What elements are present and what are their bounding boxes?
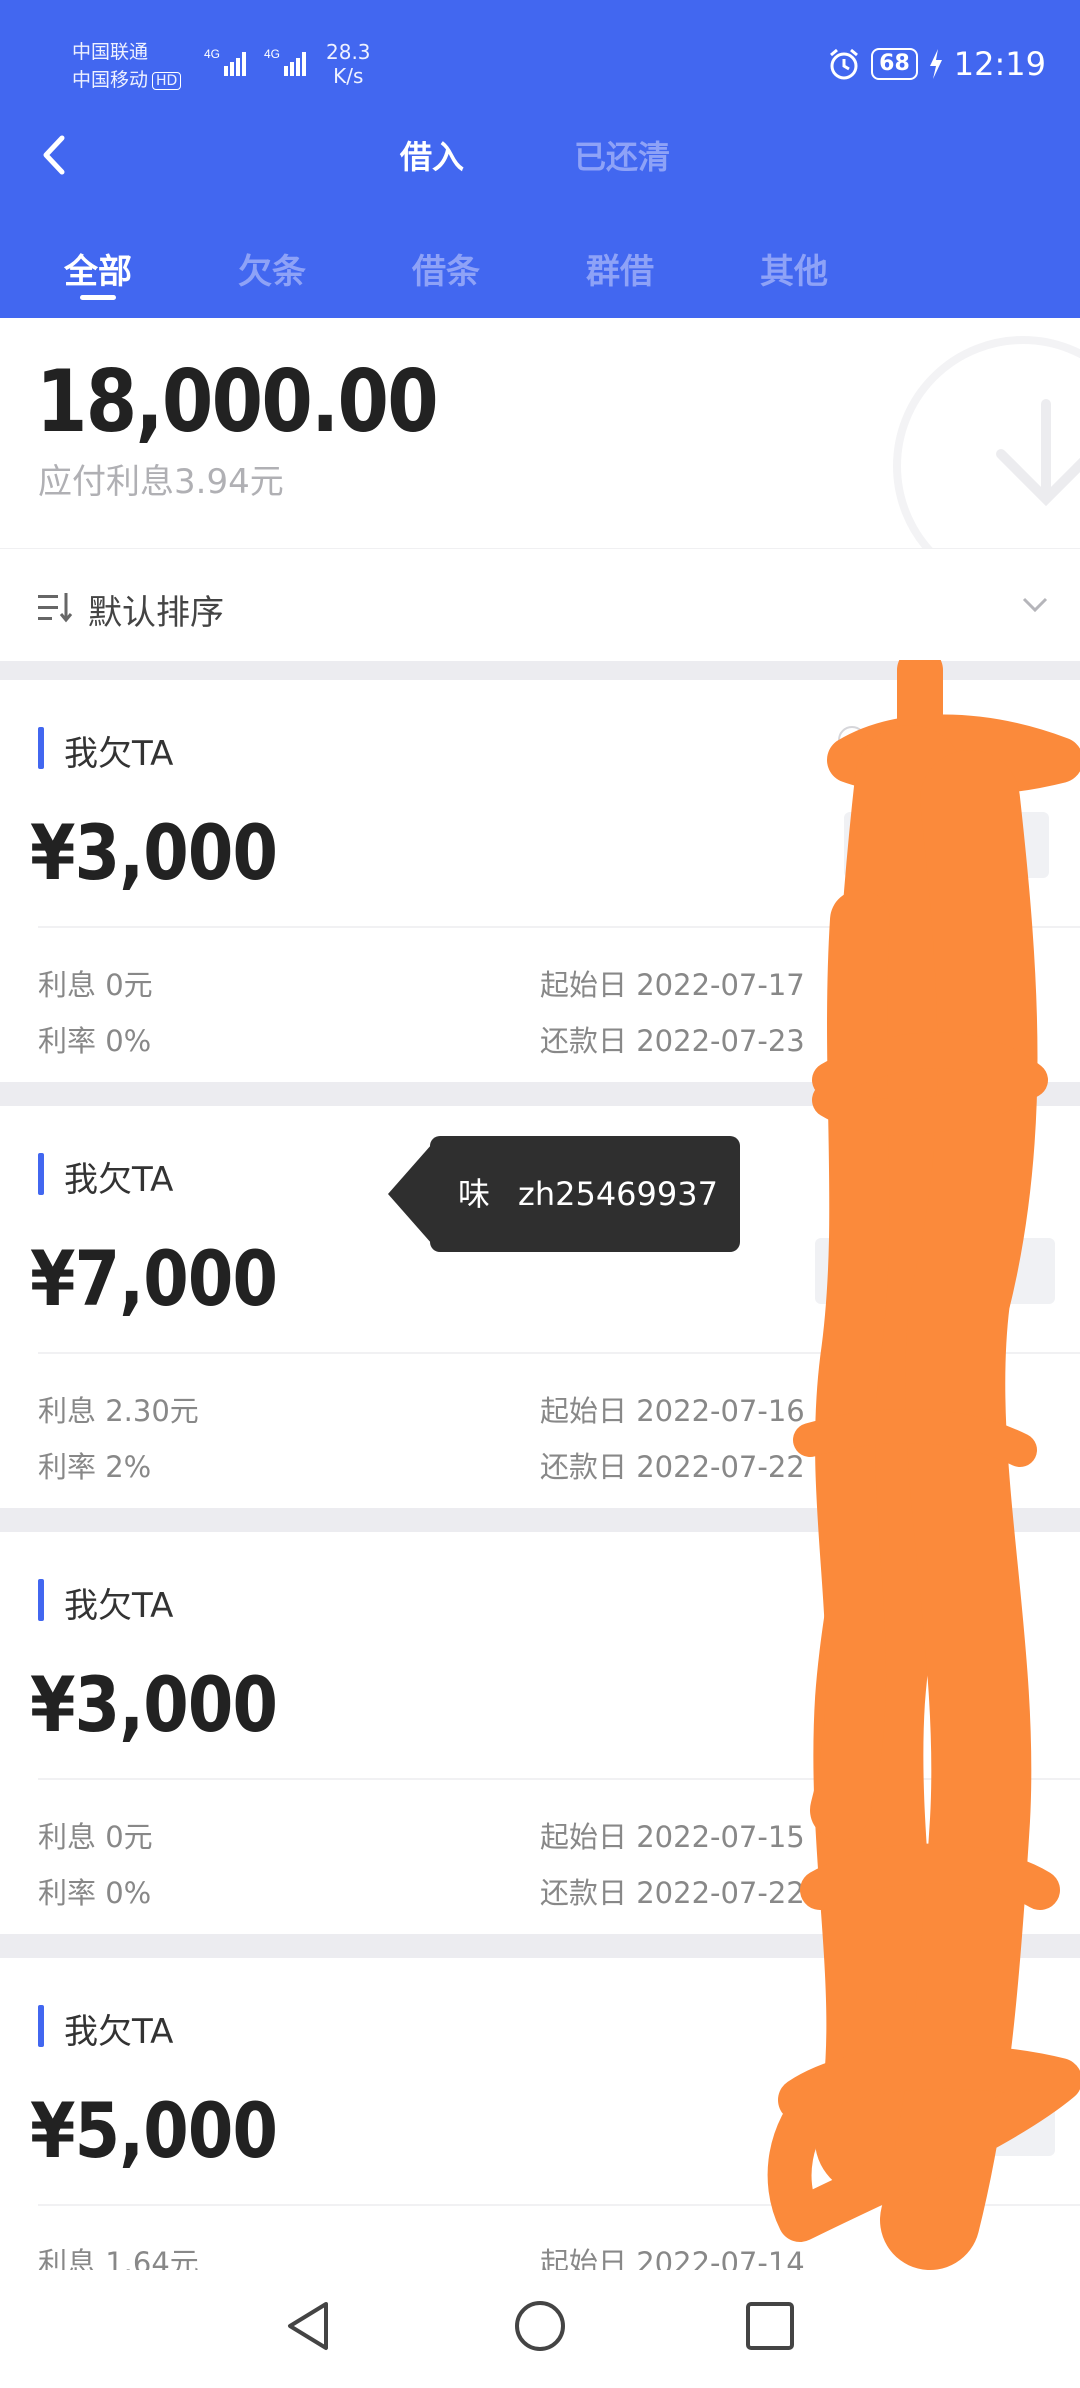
chevron-down-icon[interactable] bbox=[1020, 589, 1050, 619]
tab-paid-off[interactable]: 已还清 bbox=[574, 132, 670, 178]
hd-badge: HD bbox=[152, 72, 182, 90]
battery-indicator: 68 bbox=[871, 48, 918, 80]
loan-direction: 我欠TA bbox=[64, 734, 174, 774]
carrier-2: 中国移动 bbox=[72, 69, 149, 91]
rate-value: 利率 2% bbox=[38, 1450, 152, 1484]
loan-direction: 我欠TA bbox=[64, 2012, 174, 2052]
interest-value: 利息 0元 bbox=[38, 968, 153, 1002]
interest-payable: 应付利息3.94元 bbox=[38, 462, 284, 502]
category-group-loan[interactable]: 群借 bbox=[586, 244, 654, 293]
loan-amount: ¥5,000 bbox=[30, 2086, 278, 2175]
loan-amount: ¥7,000 bbox=[30, 1234, 278, 1323]
contact-tooltip: 味 zh25469937 bbox=[388, 1136, 740, 1252]
nav-recents-icon[interactable] bbox=[742, 2298, 798, 2354]
tooltip-text: zh25469937 bbox=[518, 1175, 718, 1213]
sort-icon bbox=[38, 593, 73, 623]
total-amount: 18,000.00 bbox=[36, 352, 439, 452]
download-circle-icon bbox=[893, 336, 1080, 548]
svg-text:4G: 4G bbox=[204, 47, 220, 61]
active-tab-indicator bbox=[80, 295, 116, 300]
system-nav-bar bbox=[0, 2270, 1080, 2388]
status-right: 68 12:19 bbox=[827, 44, 1046, 84]
rate-value: 利率 0% bbox=[38, 1024, 152, 1058]
card-accent-bar bbox=[38, 727, 44, 769]
header: 中国联通 中国移动 HD 4G 4G 28.3 K/s 68 12:19 借入 … bbox=[0, 0, 1080, 318]
category-loan-note[interactable]: 借条 bbox=[412, 244, 480, 293]
category-all[interactable]: 全部 bbox=[64, 244, 132, 293]
status-bar: 中国联通 中国移动 HD 4G 4G 28.3 K/s 68 12:19 bbox=[0, 0, 1080, 120]
carrier-info: 中国联通 中国移动 HD bbox=[72, 38, 182, 94]
net-speed: 28.3 K/s bbox=[326, 40, 371, 88]
svg-text:4G: 4G bbox=[264, 47, 280, 61]
clock: 12:19 bbox=[953, 45, 1046, 83]
carrier-1: 中国联通 bbox=[72, 41, 149, 63]
loan-amount: ¥3,000 bbox=[30, 1660, 278, 1749]
category-iou[interactable]: 欠条 bbox=[238, 244, 306, 293]
sort-bar[interactable]: 默认排序 bbox=[0, 548, 1080, 661]
card-accent-bar bbox=[38, 1579, 44, 1621]
loan-direction: 我欠TA bbox=[64, 1160, 174, 1200]
top-tabs: 借入 已还清 bbox=[0, 132, 1080, 182]
charging-icon bbox=[929, 49, 942, 79]
card-accent-bar bbox=[38, 2005, 44, 2047]
card-accent-bar bbox=[38, 1153, 44, 1195]
signal-icon: 4G 4G bbox=[204, 47, 306, 76]
nav-home-icon[interactable] bbox=[512, 2298, 568, 2354]
redaction-scribble bbox=[767, 660, 1080, 2270]
summary-panel: 18,000.00 应付利息3.94元 bbox=[0, 318, 1080, 548]
alarm-icon bbox=[830, 48, 859, 80]
interest-value: 利息 2.30元 bbox=[38, 1394, 199, 1428]
loan-direction: 我欠TA bbox=[64, 1586, 174, 1626]
nav-back-icon[interactable] bbox=[282, 2298, 338, 2354]
interest-value: 利息 0元 bbox=[38, 1820, 153, 1854]
tab-borrowed[interactable]: 借入 bbox=[400, 132, 464, 178]
category-other[interactable]: 其他 bbox=[760, 244, 828, 293]
sort-label: 默认排序 bbox=[88, 593, 224, 633]
rate-value: 利率 0% bbox=[38, 1876, 152, 1910]
tooltip-char: 味 bbox=[458, 1175, 491, 1213]
loan-amount: ¥3,000 bbox=[30, 808, 278, 897]
